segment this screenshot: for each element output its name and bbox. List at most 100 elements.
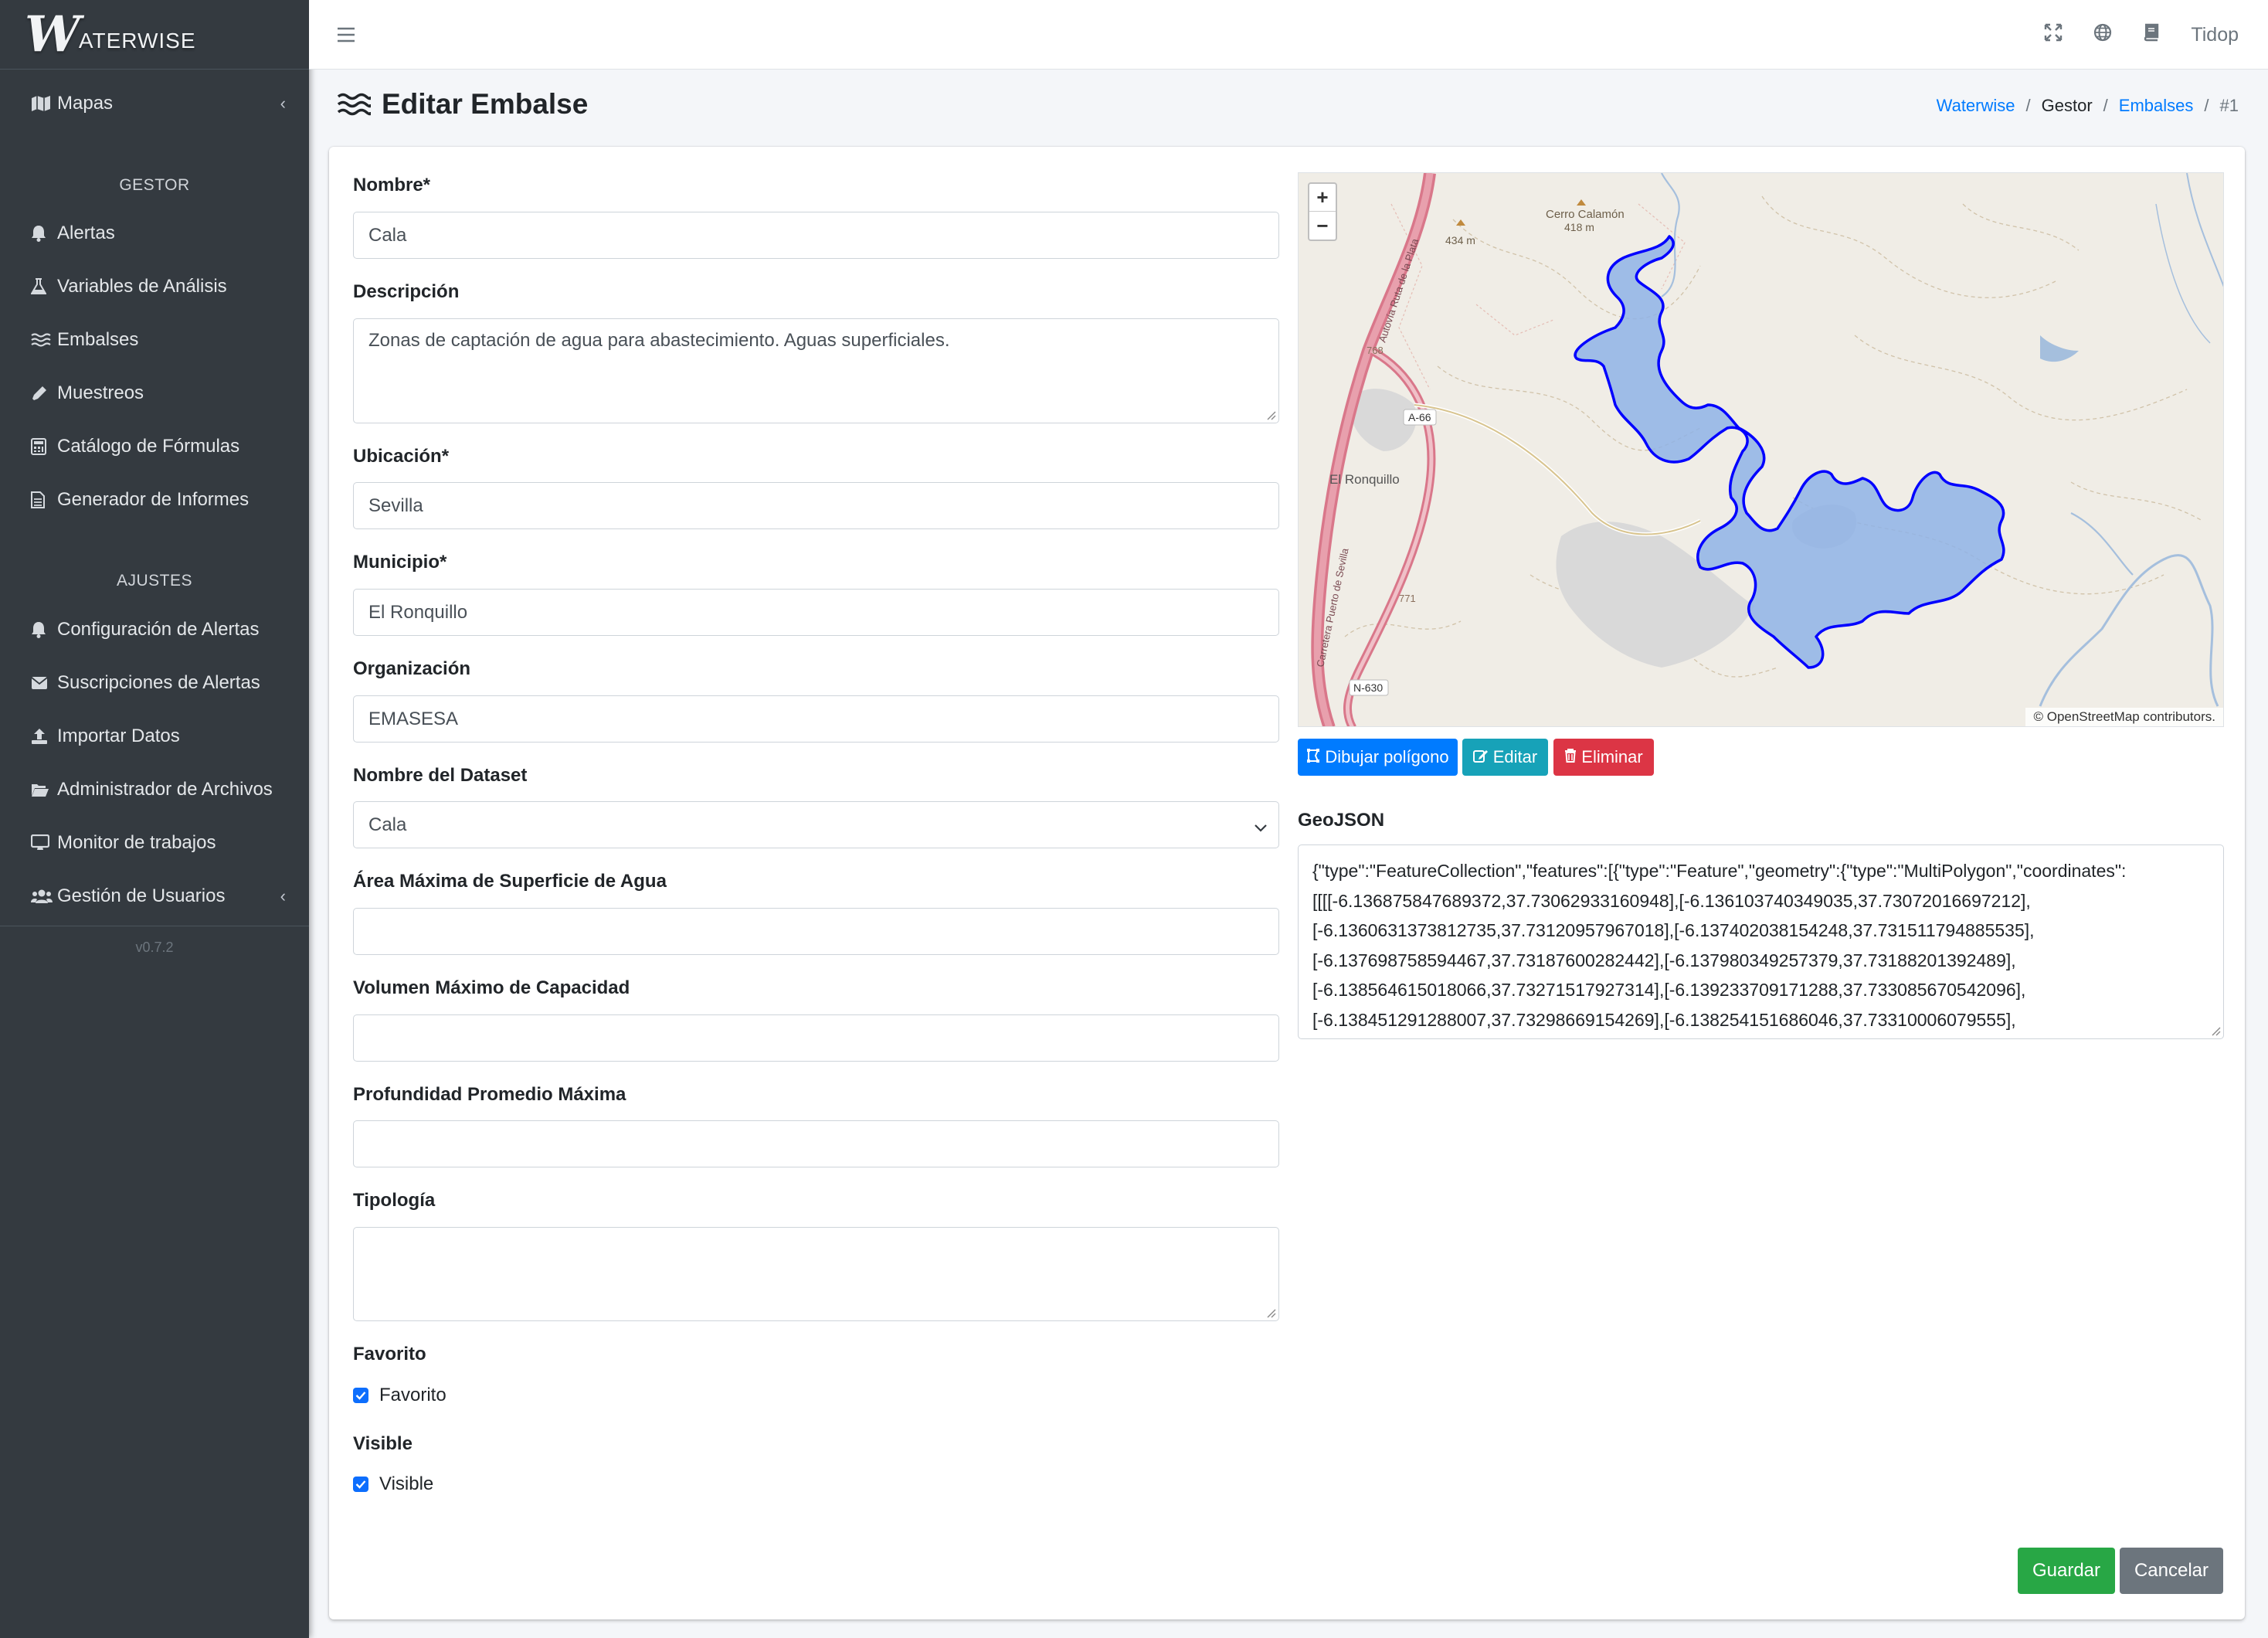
- sidebar-item-mapas[interactable]: Mapas ‹: [31, 80, 286, 127]
- map-label-alt-434: 434 m: [1445, 234, 1475, 246]
- geojson-line: {"type":"FeatureCollection","features":[…: [1312, 861, 2127, 881]
- sidebar-item-muestreos[interactable]: Muestreos: [31, 370, 286, 416]
- menu-toggle-icon[interactable]: [337, 20, 355, 49]
- sidebar-item-embalses[interactable]: Embalses: [31, 317, 286, 363]
- book-icon[interactable]: [2143, 23, 2160, 47]
- draw-polygon-icon: [1306, 747, 1320, 767]
- sidebar-item-formulas[interactable]: Catálogo de Fórmulas: [31, 423, 286, 470]
- visible-checkbox-row[interactable]: Visible: [353, 1473, 433, 1495]
- area-label: Área Máxima de Superficie de Agua: [353, 871, 667, 892]
- sidebar-item-usuarios[interactable]: Gestión de Usuarios ‹: [31, 873, 286, 919]
- sidebar-item-label: Importar Datos: [57, 726, 180, 746]
- descripcion-textarea[interactable]: Zonas de captación de agua para abasteci…: [353, 318, 1279, 423]
- sidebar-item-config-alertas[interactable]: Configuración de Alertas: [31, 607, 286, 653]
- municipio-input[interactable]: El Ronquillo: [353, 589, 1279, 636]
- area-input[interactable]: [353, 908, 1279, 955]
- zoom-out-button[interactable]: −: [1309, 212, 1336, 240]
- sidebar-item-importar[interactable]: Importar Datos: [31, 713, 286, 760]
- waterwise-logo: W ATERWISE: [25, 5, 196, 63]
- favorito-checkbox[interactable]: [353, 1388, 368, 1403]
- trash-icon: [1564, 747, 1577, 767]
- breadcrumb-waterwise[interactable]: Waterwise: [1937, 96, 2015, 116]
- geojson-line: [-6.138451291288007,37.73298669154269],[…: [1312, 1009, 2016, 1030]
- map-label-town: El Ronquillo: [1329, 472, 1400, 487]
- sidebar-item-label: Catálogo de Fórmulas: [57, 436, 240, 457]
- sidebar-item-suscripciones[interactable]: Suscripciones de Alertas: [31, 660, 286, 706]
- app-version: v0.7.2: [135, 940, 174, 955]
- ubicacion-input[interactable]: Sevilla: [353, 482, 1279, 529]
- calculator-icon: [31, 438, 57, 455]
- organizacion-input[interactable]: EMASESA: [353, 695, 1279, 743]
- water-icon: [337, 91, 371, 117]
- topbar: Tidop: [309, 0, 2268, 70]
- sidebar-item-label: Configuración de Alertas: [57, 619, 260, 640]
- attribution-link[interactable]: © OpenStreetMap: [2033, 709, 2139, 724]
- volumen-input[interactable]: [353, 1014, 1279, 1062]
- save-button[interactable]: Guardar: [2018, 1548, 2115, 1594]
- map-label-peak-alt: 418 m: [1564, 221, 1594, 233]
- resize-handle-icon[interactable]: [1265, 410, 1276, 420]
- map-label-km768: 768: [1367, 345, 1384, 356]
- geojson-line: [-6.1360631373812735,37.73120957967018],…: [1312, 920, 2035, 940]
- section-header-ajustes: AJUSTES: [116, 572, 193, 590]
- volumen-label: Volumen Máximo de Capacidad: [353, 977, 630, 998]
- map-label-peak: Cerro Calamón: [1546, 208, 1625, 221]
- breadcrumb-gestor: Gestor: [2041, 96, 2093, 115]
- draw-polygon-button[interactable]: Dibujar polígono: [1298, 739, 1458, 776]
- resize-handle-icon[interactable]: [1265, 1307, 1276, 1318]
- edit-polygon-button[interactable]: Editar: [1462, 739, 1548, 776]
- sidebar-item-archivos[interactable]: Administrador de Archivos: [31, 766, 286, 813]
- profundidad-label: Profundidad Promedio Máxima: [353, 1084, 626, 1105]
- map-canvas[interactable]: Cerro Calamón 418 m 434 m El Ronquillo A…: [1299, 173, 2224, 727]
- sidebar-item-label: Generador de Informes: [57, 489, 250, 510]
- peak-icon: [1456, 219, 1465, 226]
- favorito-checkbox-label[interactable]: Favorito: [379, 1385, 446, 1406]
- breadcrumb-embalses[interactable]: Embalses: [2119, 96, 2194, 116]
- sidebar-item-label: Variables de Análisis: [57, 276, 227, 297]
- profundidad-input[interactable]: [353, 1120, 1279, 1167]
- dataset-select[interactable]: Cala: [353, 801, 1279, 848]
- sidebar-item-alertas[interactable]: Alertas: [31, 210, 286, 257]
- users-icon: [31, 889, 57, 904]
- fullscreen-icon[interactable]: [2044, 23, 2063, 47]
- bell-icon: [31, 225, 57, 242]
- resize-handle-icon[interactable]: [2210, 1025, 2221, 1036]
- cancel-button[interactable]: Cancelar: [2120, 1548, 2223, 1594]
- page-title: Editar Embalse: [337, 88, 588, 121]
- water-icon: [31, 332, 57, 348]
- user-menu[interactable]: Tidop: [2191, 24, 2239, 46]
- geojson-textarea[interactable]: {"type":"FeatureCollection","features":[…: [1298, 844, 2224, 1039]
- organizacion-label: Organización: [353, 658, 471, 679]
- visible-checkbox-label[interactable]: Visible: [379, 1473, 433, 1495]
- sidebar-item-informes[interactable]: Generador de Informes: [31, 477, 286, 523]
- sidebar-item-label: Muestreos: [57, 382, 144, 403]
- peak-icon: [1577, 199, 1586, 206]
- descripcion-label: Descripción: [353, 281, 460, 302]
- flask-icon: [31, 278, 57, 295]
- favorito-checkbox-row[interactable]: Favorito: [353, 1385, 446, 1406]
- brand[interactable]: W ATERWISE: [0, 0, 309, 70]
- folder-open-icon: [31, 782, 57, 797]
- dataset-label: Nombre del Dataset: [353, 765, 528, 786]
- nombre-input[interactable]: Cala: [353, 212, 1279, 259]
- section-header-gestor: GESTOR: [119, 176, 190, 194]
- tipologia-textarea[interactable]: [353, 1227, 1279, 1321]
- chevron-left-icon: ‹: [280, 93, 286, 113]
- delete-polygon-button[interactable]: Eliminar: [1553, 739, 1654, 776]
- ubicacion-label: Ubicación*: [353, 446, 450, 467]
- zoom-in-button[interactable]: +: [1309, 184, 1336, 212]
- sidebar-item-monitor[interactable]: Monitor de trabajos: [31, 820, 286, 866]
- reservoir-map[interactable]: Cerro Calamón 418 m 434 m El Ronquillo A…: [1298, 172, 2224, 727]
- chevron-down-icon: [1254, 816, 1268, 838]
- sidebar-item-variables[interactable]: Variables de Análisis: [31, 263, 286, 310]
- map-icon: [31, 95, 57, 112]
- breadcrumb-current: #1: [2219, 96, 2239, 115]
- file-text-icon: [31, 491, 57, 508]
- tipologia-label: Tipología: [353, 1190, 436, 1211]
- sidebar-item-label: Administrador de Archivos: [57, 779, 273, 800]
- map-zoom-control: + −: [1308, 182, 1337, 241]
- topbar-actions: Tidop: [2044, 0, 2239, 70]
- visible-checkbox[interactable]: [353, 1477, 368, 1492]
- desktop-icon: [31, 834, 57, 851]
- globe-icon[interactable]: [2093, 23, 2112, 47]
